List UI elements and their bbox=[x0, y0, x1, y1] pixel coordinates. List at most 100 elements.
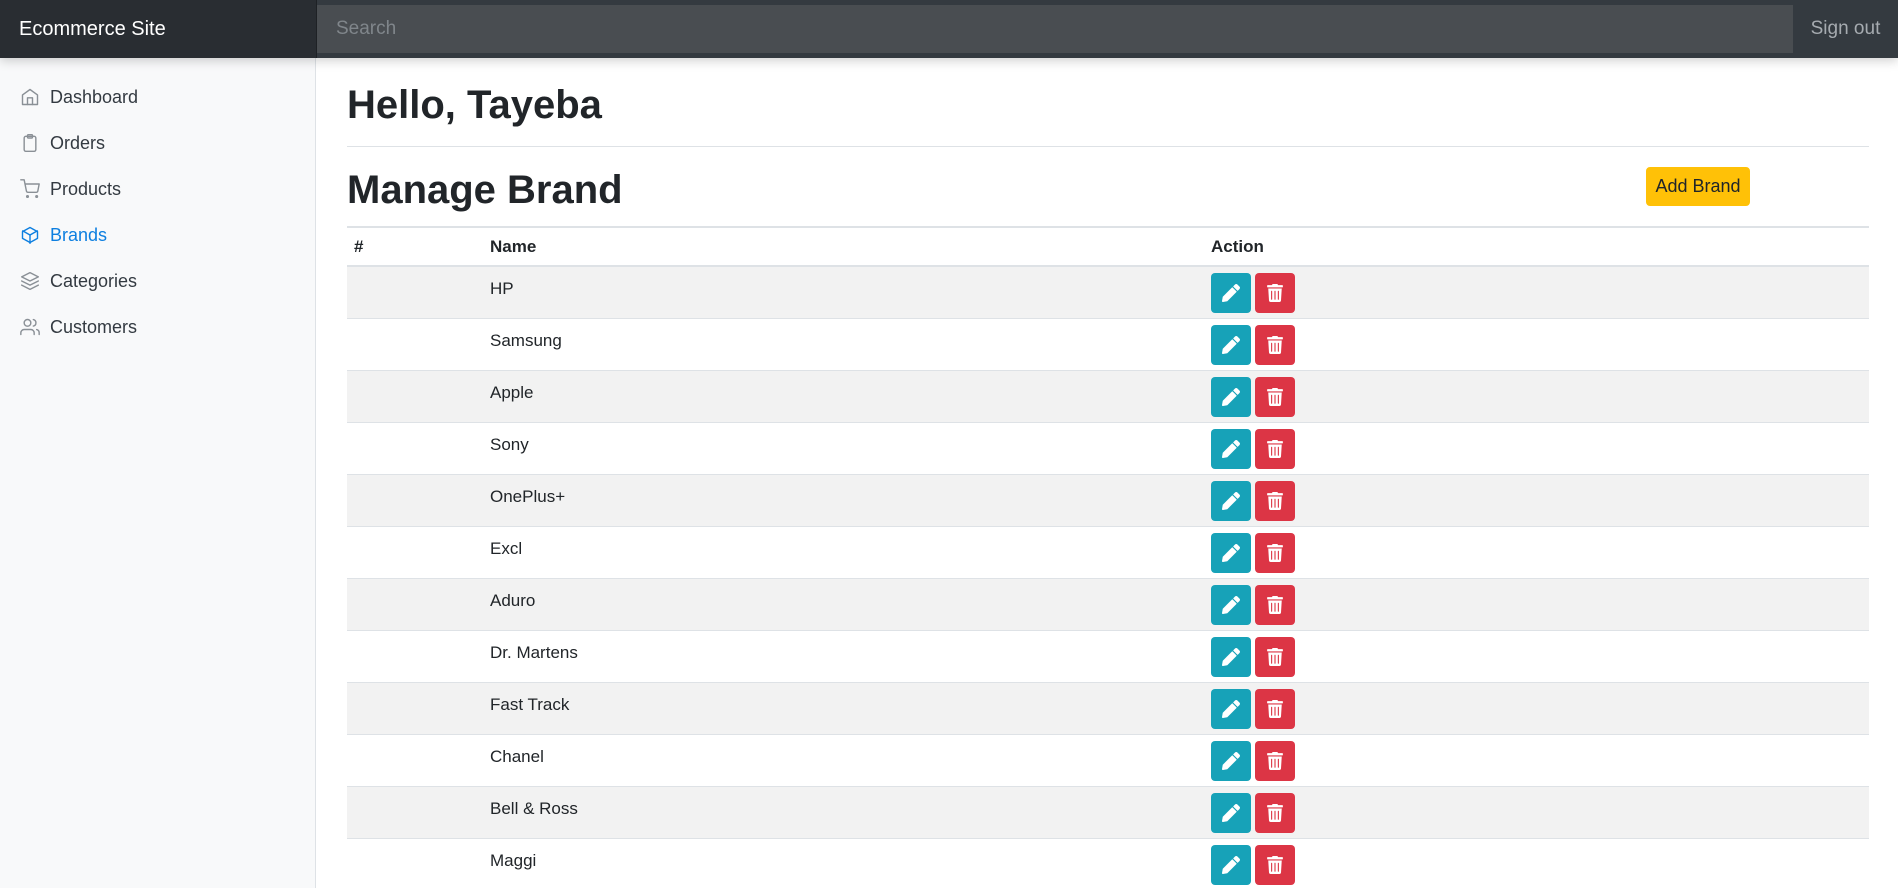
delete-button[interactable] bbox=[1255, 480, 1295, 521]
search-input[interactable] bbox=[317, 5, 1793, 53]
table-row: Apple bbox=[347, 369, 1869, 422]
delete-button[interactable] bbox=[1255, 844, 1295, 885]
sidebar-item-label: Customers bbox=[50, 316, 138, 337]
edit-button[interactable] bbox=[1211, 532, 1251, 573]
trash-icon bbox=[1266, 647, 1284, 666]
row-actions bbox=[1204, 629, 1869, 682]
brand-name: HP bbox=[483, 265, 1204, 318]
edit-button[interactable] bbox=[1211, 792, 1251, 833]
pencil-icon bbox=[1222, 751, 1240, 770]
sidebar-item-orders[interactable]: Orders bbox=[0, 120, 315, 166]
edit-button[interactable] bbox=[1211, 428, 1251, 469]
row-index bbox=[347, 837, 483, 890]
table-row: Sony bbox=[347, 421, 1869, 474]
edit-button[interactable] bbox=[1211, 844, 1251, 885]
users-icon bbox=[20, 317, 40, 337]
edit-button[interactable] bbox=[1211, 376, 1251, 417]
trash-icon bbox=[1266, 335, 1284, 354]
trash-icon bbox=[1266, 543, 1284, 562]
row-index bbox=[347, 577, 483, 630]
trash-icon bbox=[1266, 699, 1284, 718]
brand-table: # Name Action HP Samsung Apple Sony OnePlus+… bbox=[347, 226, 1869, 890]
row-actions bbox=[1204, 317, 1869, 370]
brand-name: Apple bbox=[483, 369, 1204, 422]
pencil-icon bbox=[1222, 491, 1240, 510]
table-row: Excl bbox=[347, 525, 1869, 578]
page-title: Manage Brand bbox=[347, 168, 623, 212]
row-index bbox=[347, 317, 483, 370]
pencil-icon bbox=[1222, 803, 1240, 822]
delete-button[interactable] bbox=[1255, 792, 1295, 833]
column-header-action: Action bbox=[1204, 226, 1869, 267]
trash-icon bbox=[1266, 284, 1284, 302]
table-row: HP bbox=[347, 265, 1869, 318]
table-row: Samsung bbox=[347, 317, 1869, 370]
sidebar-item-products[interactable]: Products bbox=[0, 166, 315, 212]
delete-button[interactable] bbox=[1255, 532, 1295, 573]
table-row: Aduro bbox=[347, 577, 1869, 630]
delete-button[interactable] bbox=[1255, 740, 1295, 781]
brand-name: Sony bbox=[483, 421, 1204, 474]
edit-button[interactable] bbox=[1211, 740, 1251, 781]
sign-out-link[interactable]: Sign out bbox=[1793, 0, 1898, 58]
trash-icon bbox=[1266, 595, 1284, 614]
pencil-icon bbox=[1222, 543, 1240, 562]
delete-button[interactable] bbox=[1255, 636, 1295, 677]
row-index bbox=[347, 369, 483, 422]
row-actions bbox=[1204, 681, 1869, 734]
row-actions bbox=[1204, 369, 1869, 422]
sidebar-item-label: Dashboard bbox=[50, 86, 139, 107]
delete-button[interactable] bbox=[1255, 584, 1295, 625]
home-icon bbox=[20, 87, 40, 107]
delete-button[interactable] bbox=[1255, 324, 1295, 365]
table-row: Dr. Martens bbox=[347, 629, 1869, 682]
edit-button[interactable] bbox=[1211, 324, 1251, 365]
brand-name: Excl bbox=[483, 525, 1204, 578]
brand-name: OnePlus+ bbox=[483, 473, 1204, 526]
sidebar-item-label: Products bbox=[50, 178, 122, 199]
brand-name: Chanel bbox=[483, 733, 1204, 786]
row-actions bbox=[1204, 577, 1869, 630]
brand-name: Maggi bbox=[483, 837, 1204, 890]
sidebar-item-brands[interactable]: Brands bbox=[0, 212, 315, 258]
add-brand-button[interactable]: Add Brand bbox=[1646, 167, 1750, 206]
trash-icon bbox=[1266, 387, 1284, 406]
clipboard-icon bbox=[20, 133, 40, 153]
table-row: OnePlus+ bbox=[347, 473, 1869, 526]
edit-button[interactable] bbox=[1211, 273, 1251, 313]
sidebar-item-dashboard[interactable]: Dashboard bbox=[0, 74, 315, 120]
row-index bbox=[347, 473, 483, 526]
column-header-name: Name bbox=[483, 226, 1204, 267]
table-row: Bell & Ross bbox=[347, 785, 1869, 838]
brand-name: Aduro bbox=[483, 577, 1204, 630]
row-actions bbox=[1204, 473, 1869, 526]
edit-button[interactable] bbox=[1211, 584, 1251, 625]
trash-icon bbox=[1266, 491, 1284, 510]
row-index bbox=[347, 785, 483, 838]
brand-name: Dr. Martens bbox=[483, 629, 1204, 682]
sidebar-item-categories[interactable]: Categories bbox=[0, 258, 315, 304]
trash-icon bbox=[1266, 803, 1284, 822]
row-actions bbox=[1204, 837, 1869, 890]
box-icon bbox=[20, 225, 40, 245]
table-body: HP Samsung Apple Sony OnePlus+ Excl Aduro Dr. M… bbox=[347, 265, 1869, 890]
edit-button[interactable] bbox=[1211, 688, 1251, 729]
sidebar-item-customers[interactable]: Customers bbox=[0, 304, 315, 350]
site-brand[interactable]: Ecommerce Site bbox=[0, 0, 317, 58]
brand-name: Fast Track bbox=[483, 681, 1204, 734]
table-row: Fast Track bbox=[347, 681, 1869, 734]
sidebar-item-label: Categories bbox=[50, 270, 138, 291]
layers-icon bbox=[20, 271, 40, 291]
pencil-icon bbox=[1222, 595, 1240, 614]
delete-button[interactable] bbox=[1255, 428, 1295, 469]
edit-button[interactable] bbox=[1211, 636, 1251, 677]
delete-button[interactable] bbox=[1255, 688, 1295, 729]
pencil-icon bbox=[1222, 439, 1240, 458]
edit-button[interactable] bbox=[1211, 480, 1251, 521]
main-content: Hello, Tayeba Manage Brand Add Brand # N… bbox=[347, 58, 1869, 890]
delete-button[interactable] bbox=[1255, 273, 1295, 313]
delete-button[interactable] bbox=[1255, 376, 1295, 417]
row-index bbox=[347, 421, 483, 474]
row-actions bbox=[1204, 525, 1869, 578]
table-row: Chanel bbox=[347, 733, 1869, 786]
